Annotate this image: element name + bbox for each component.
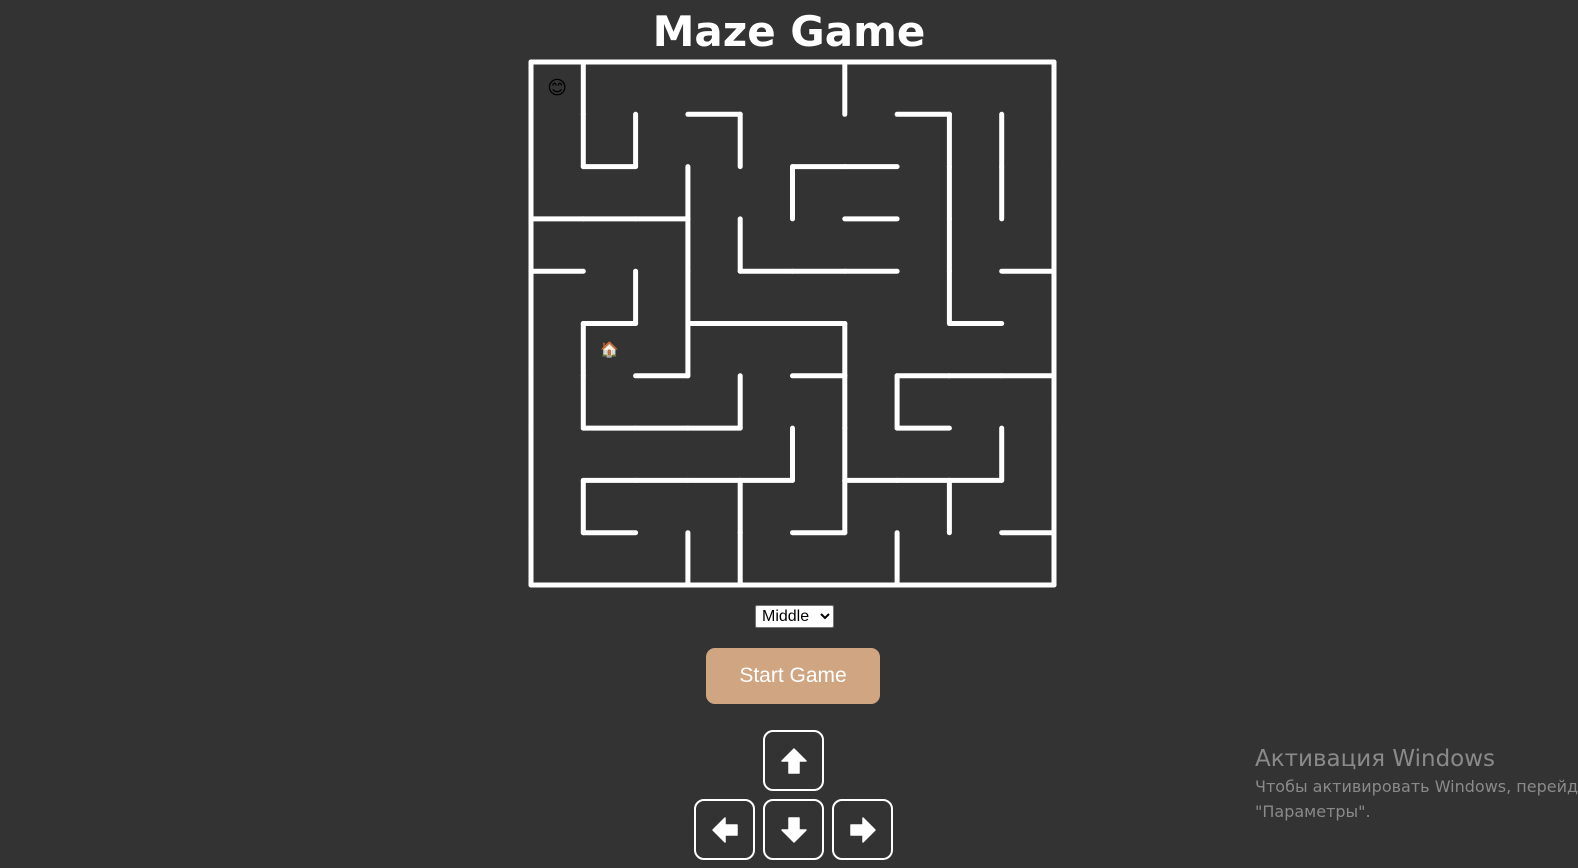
goal-house-icon: 🏠 (600, 341, 619, 359)
start-game-button[interactable]: Start Game (706, 648, 880, 704)
arrow-down-icon (780, 816, 807, 843)
move-down-button[interactable] (763, 799, 824, 860)
move-right-button[interactable] (832, 799, 893, 860)
arrow-up-icon (780, 747, 807, 774)
player-smiley-icon: 😊 (547, 77, 567, 99)
activation-title: Активация Windows (1255, 746, 1496, 772)
arrow-left-icon (711, 816, 738, 843)
maze-walls (528, 59, 1057, 588)
activation-line-2: "Параметры". (1255, 802, 1371, 821)
move-left-button[interactable] (694, 799, 755, 860)
difficulty-select[interactable]: Middle (755, 605, 834, 628)
activation-line-1: Чтобы активировать Windows, перейди (1255, 777, 1578, 796)
arrow-right-icon (849, 816, 876, 843)
move-up-button[interactable] (763, 730, 824, 791)
windows-activation-watermark: Активация Windows Чтобы активировать Win… (1255, 744, 1578, 824)
